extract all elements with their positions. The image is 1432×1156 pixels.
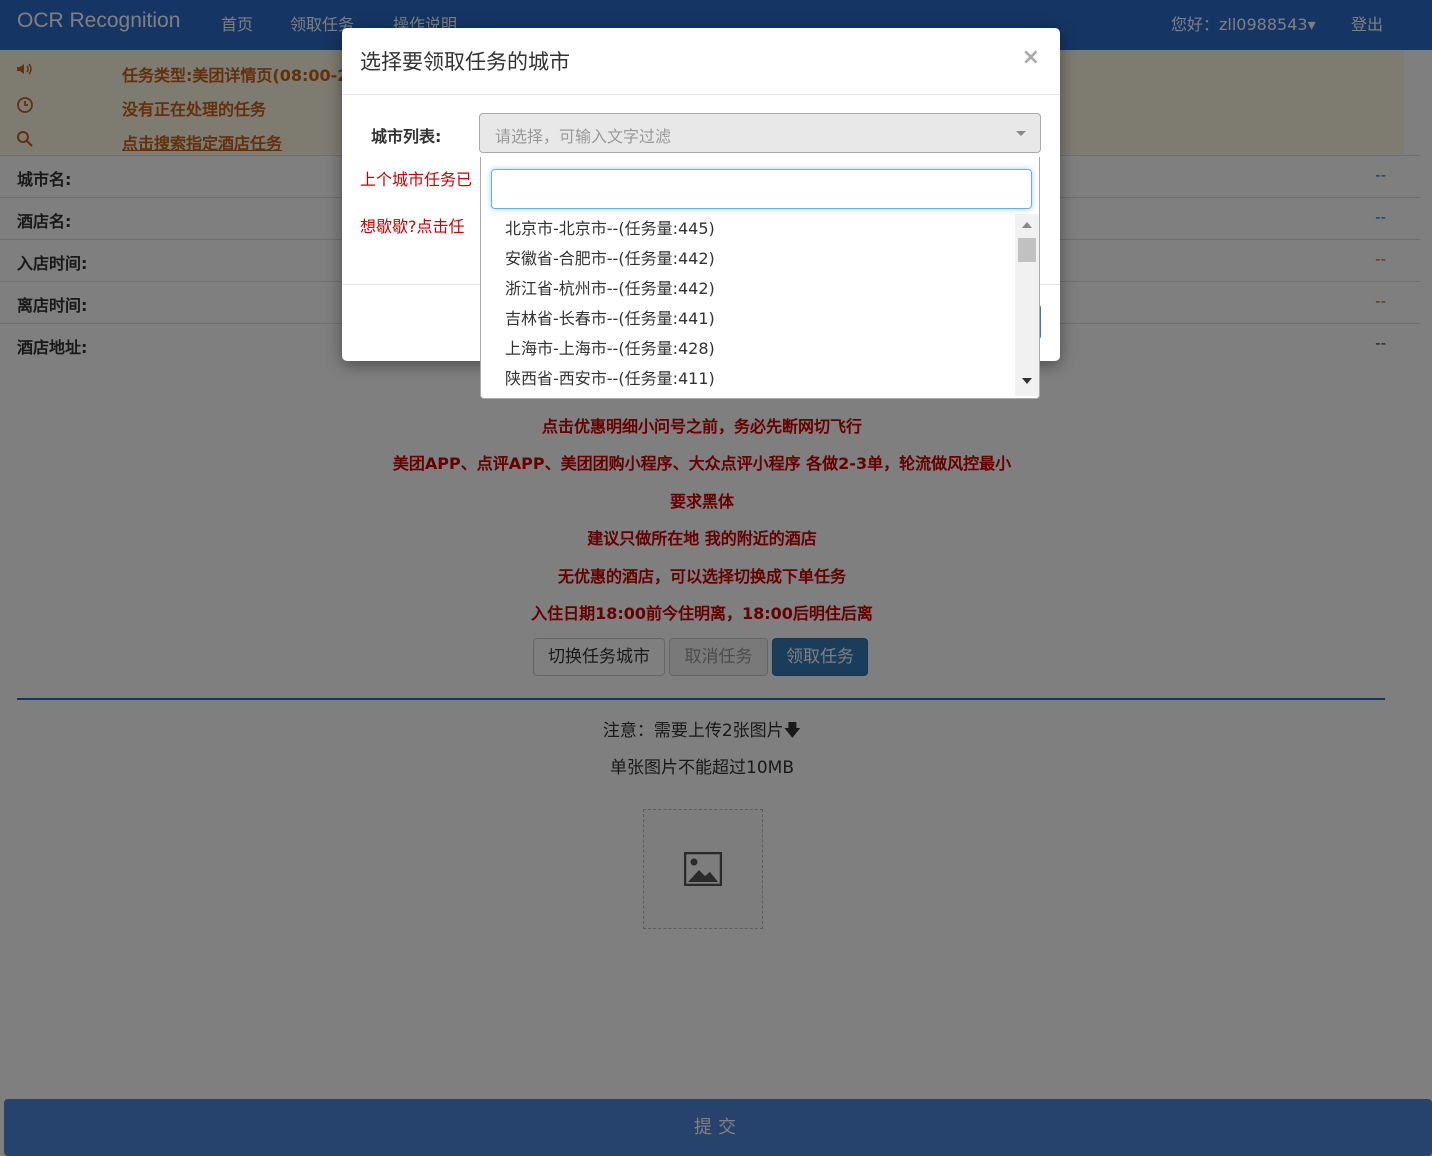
city-options-list: 北京市-北京市--(任务量:445) 安徽省-合肥市--(任务量:442) 浙江…: [481, 214, 1015, 396]
list-item[interactable]: 上海市-上海市--(任务量:428): [481, 334, 1015, 364]
list-item[interactable]: 安徽省-合肥市--(任务量:442): [481, 244, 1015, 274]
city-dropdown: 北京市-北京市--(任务量:445) 安徽省-合肥市--(任务量:442) 浙江…: [480, 157, 1040, 399]
chevron-down-icon: [1016, 131, 1026, 136]
city-select[interactable]: 请选择，可输入文字过滤: [479, 113, 1041, 153]
city-list-label: 城市列表:: [371, 127, 442, 146]
close-icon[interactable]: ×: [1022, 45, 1040, 70]
modal-title: 选择要领取任务的城市: [360, 50, 570, 74]
city-select-placeholder: 请选择，可输入文字过滤: [495, 127, 672, 146]
list-item[interactable]: 吉林省-长春市--(任务量:441): [481, 304, 1015, 334]
scroll-up-icon[interactable]: [1022, 222, 1032, 228]
rest-notice[interactable]: 想歇歇?点击任: [360, 213, 465, 237]
list-item[interactable]: 陕西省-西安市--(任务量:411): [481, 364, 1015, 394]
list-item[interactable]: 北京市-北京市--(任务量:445): [481, 214, 1015, 244]
list-item[interactable]: 浙江省-杭州市--(任务量:442): [481, 274, 1015, 304]
scroll-down-icon[interactable]: [1022, 378, 1032, 384]
city-filter-input[interactable]: [491, 169, 1032, 209]
modal-header: 选择要领取任务的城市 ×: [342, 28, 1060, 95]
scroll-thumb[interactable]: [1018, 238, 1036, 262]
previous-city-notice: 上个城市任务已: [360, 170, 473, 189]
dropdown-scrollbar[interactable]: [1015, 214, 1039, 396]
